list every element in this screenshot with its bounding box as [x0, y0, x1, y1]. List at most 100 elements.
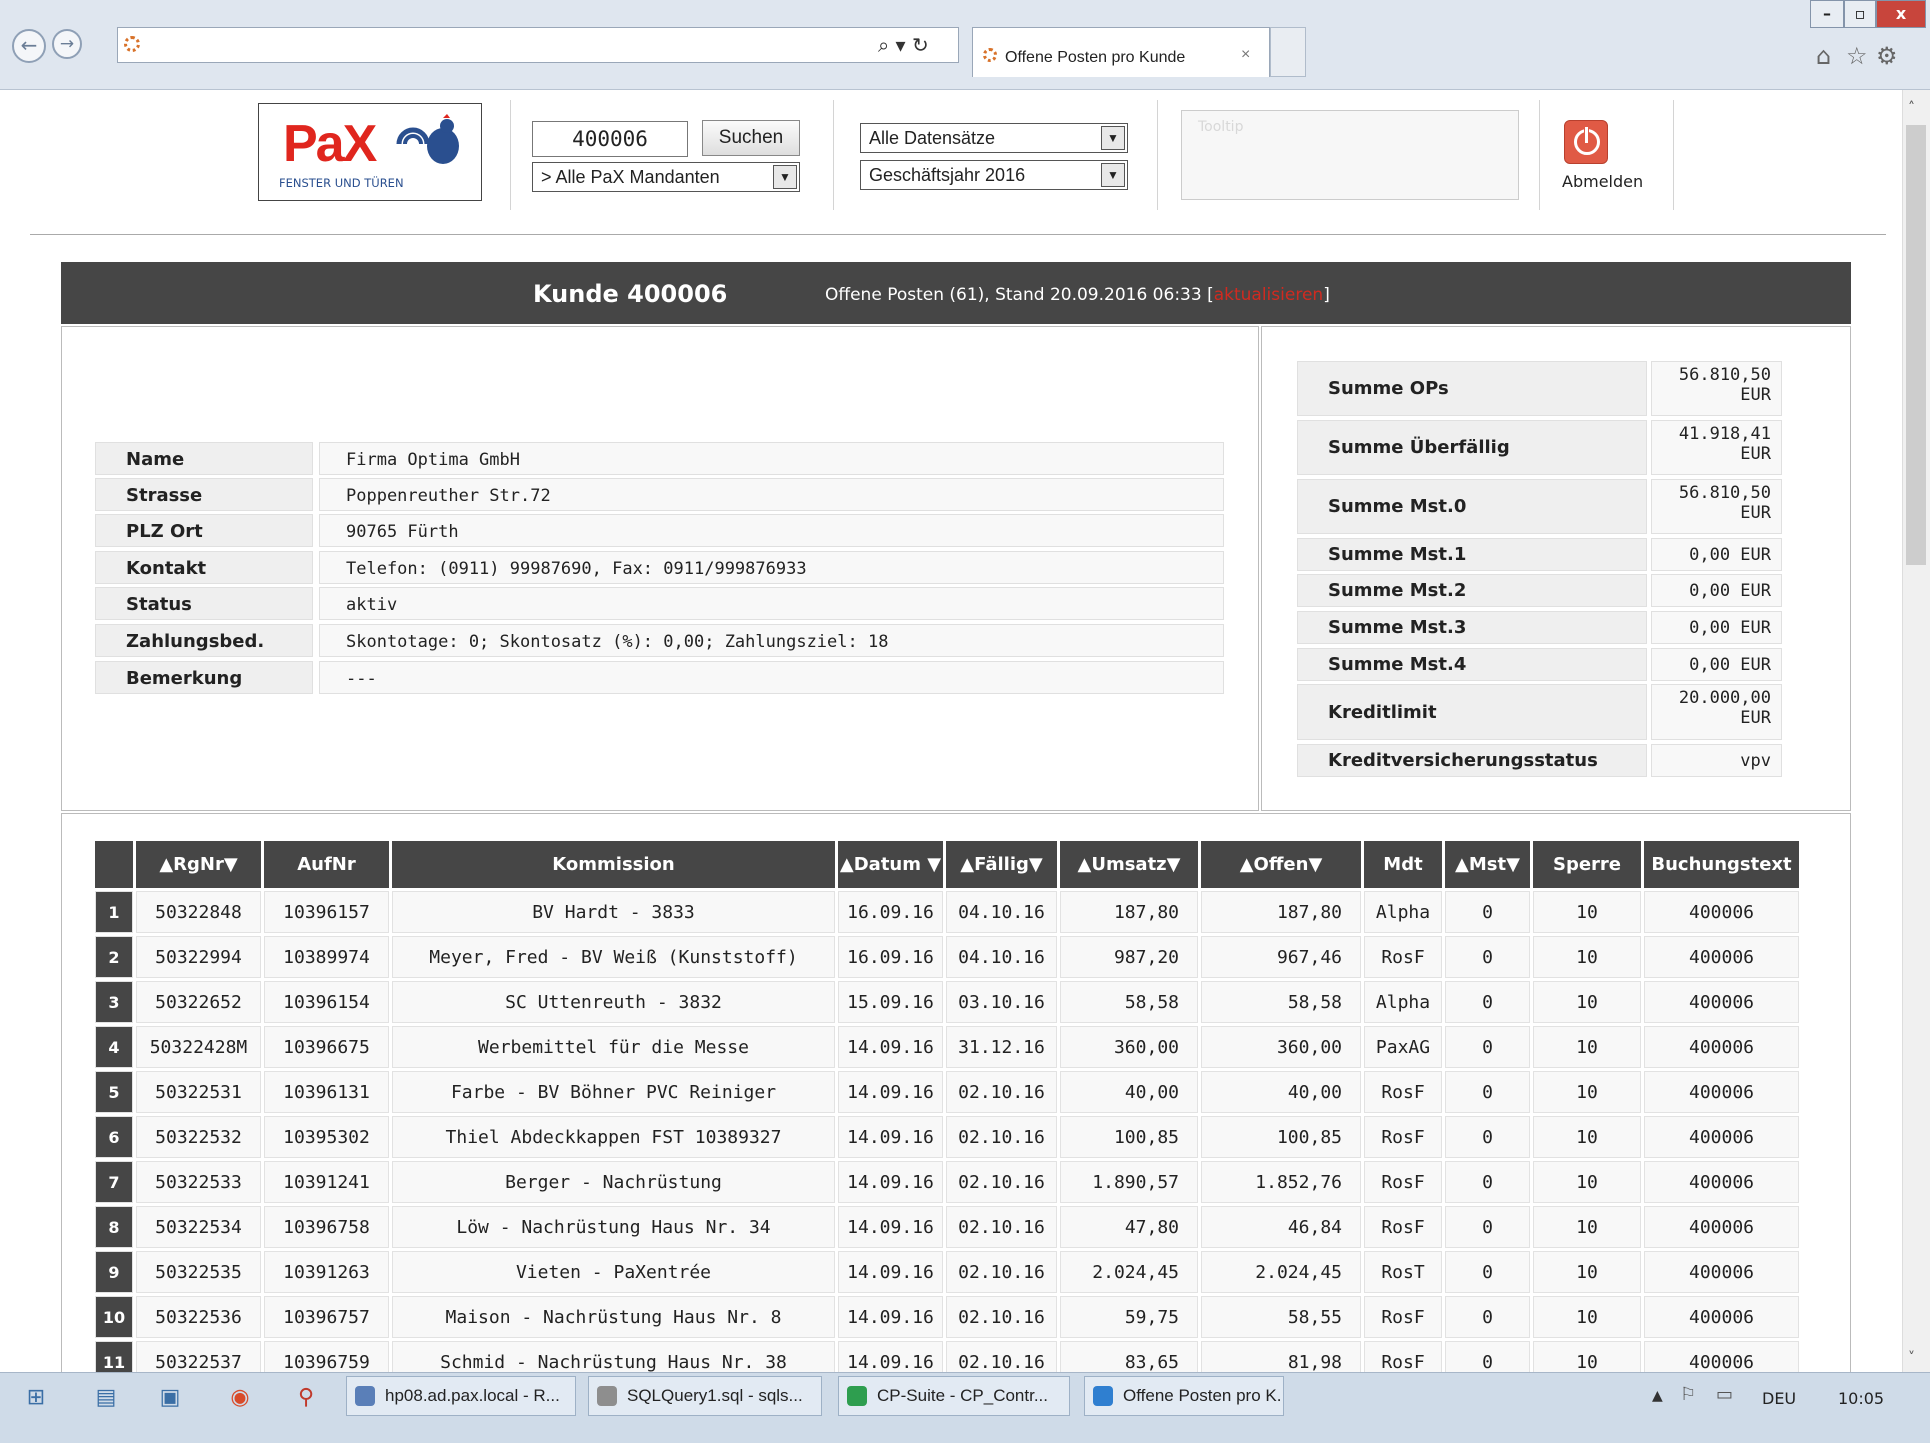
maximize-button[interactable]: ▫ [1844, 0, 1876, 28]
table-cell: 14.09.16 [838, 1296, 943, 1338]
file-explorer-icon[interactable]: ▤ [88, 1380, 124, 1416]
info-value: Skontotage: 0; Skontosatz (%): 0,00; Zah… [319, 624, 1224, 657]
table-row[interactable]: 8 50322534 10396758 Löw - Nachrüstung Haus … [95, 1206, 1799, 1248]
column-header-index [95, 841, 133, 888]
home-icon[interactable]: ⌂ [1816, 42, 1831, 70]
search-button[interactable]: Suchen [702, 120, 800, 156]
settings-icon[interactable]: ⚙ [1876, 42, 1898, 70]
tab-close-icon[interactable]: × [1241, 46, 1250, 64]
browser-tab[interactable]: Offene Posten pro Kunde × [972, 27, 1270, 77]
records-select[interactable]: Alle Datensätze ▼ [860, 123, 1128, 153]
row-index: 4 [95, 1026, 133, 1068]
forward-button[interactable]: → [52, 29, 82, 59]
taskbar-item[interactable]: CP-Suite - CP_Contr... [838, 1376, 1070, 1416]
table-cell: 0 [1445, 1071, 1530, 1113]
column-header: Mdt [1364, 841, 1442, 888]
table-cell: 10 [1533, 1116, 1641, 1158]
chrome-icon[interactable]: ◉ [222, 1380, 258, 1416]
table-row[interactable]: 7 50322533 10391241 Berger - Nachrüstung 14.… [95, 1161, 1799, 1203]
powershell-icon[interactable]: ▣ [152, 1380, 188, 1416]
table-cell: 0 [1445, 1161, 1530, 1203]
table-cell: 967,46 [1201, 936, 1361, 978]
table-row[interactable]: 3 50322652 10396154 SC Uttenreuth - 3832 15.… [95, 981, 1799, 1023]
divider [833, 100, 834, 210]
info-label: Status [95, 587, 313, 620]
taskbar-item[interactable]: SQLQuery1.sql - sqls... [588, 1376, 822, 1416]
scrollbar-thumb[interactable] [1906, 125, 1926, 565]
tray-up-icon[interactable]: ▲ [1652, 1388, 1663, 1404]
table-cell: 360,00 [1060, 1026, 1198, 1068]
table-row[interactable]: 9 50322535 10391263 Vieten - PaXentrée 14.09… [95, 1251, 1799, 1293]
close-window-button[interactable]: x [1876, 0, 1926, 28]
taskbar-item[interactable]: hp08.ad.pax.local - R... [346, 1376, 576, 1416]
table-cell: 10396675 [264, 1026, 389, 1068]
table-cell: 14.09.16 [838, 1251, 943, 1293]
scroll-down-icon[interactable]: ˅ [1908, 1350, 1915, 1366]
table-cell: 50322532 [136, 1116, 261, 1158]
start-icon[interactable]: ⊞ [18, 1380, 54, 1416]
table-cell: Werbemittel für die Messe [392, 1026, 835, 1068]
table-row[interactable]: 5 50322531 10396131 Farbe - BV Böhner PVC R… [95, 1071, 1799, 1113]
language-indicator[interactable]: DEU [1762, 1389, 1796, 1408]
table-row[interactable]: 1 50322848 10396157 BV Hardt - 3833 16.09.16… [95, 891, 1799, 933]
address-controls[interactable]: ⌕ ▾ ↻ [878, 33, 929, 57]
table-row[interactable]: 10 50322536 10396757 Maison - Nachrüstung H… [95, 1296, 1799, 1338]
column-header[interactable]: ▲Fällig▼ [946, 841, 1057, 888]
mandant-select[interactable]: > Alle PaX Mandanten ▼ [532, 162, 800, 192]
table-cell: RosF [1364, 1071, 1442, 1113]
table-cell: Thiel Abdeckkappen FST 10389327 [392, 1116, 835, 1158]
table-cell: Löw - Nachrüstung Haus Nr. 34 [392, 1206, 835, 1248]
customer-number-input[interactable]: 400006 [532, 121, 688, 157]
table-cell: 400006 [1644, 1206, 1799, 1248]
flag-icon[interactable]: ⚐ [1680, 1384, 1696, 1405]
table-row[interactable]: 6 50322532 10395302 Thiel Abdeckkappen FST … [95, 1116, 1799, 1158]
refresh-link[interactable]: aktualisieren [1214, 285, 1323, 305]
column-header[interactable]: ▲Datum ▼ [838, 841, 943, 888]
table-cell: 0 [1445, 1251, 1530, 1293]
table-row[interactable]: 4 50322428M 10396675 Werbemittel für die Me… [95, 1026, 1799, 1068]
summary-row: Summe Mst.1 0,00 EUR [1297, 538, 1817, 571]
info-value: 90765 Fürth [319, 514, 1224, 547]
column-header[interactable]: ▲Offen▼ [1201, 841, 1361, 888]
table-cell: 400006 [1644, 1251, 1799, 1293]
logout-link[interactable]: Abmelden [1562, 172, 1643, 191]
table-cell: 400006 [1644, 1161, 1799, 1203]
power-icon[interactable] [1564, 120, 1608, 164]
column-header[interactable]: ▲RgNr▼ [136, 841, 261, 888]
table-cell: 10 [1533, 1296, 1641, 1338]
table-cell: 02.10.16 [946, 1116, 1057, 1158]
table-cell: 50322428M [136, 1026, 261, 1068]
column-header[interactable]: ▲Umsatz▼ [1060, 841, 1198, 888]
info-label: PLZ Ort [95, 514, 313, 547]
info-label: Zahlungsbed. [95, 624, 313, 657]
network-icon[interactable]: ▭ [1716, 1384, 1733, 1405]
summary-label: Kreditlimit [1297, 684, 1647, 740]
new-tab-button[interactable] [1270, 27, 1306, 77]
scroll-up-icon[interactable]: ˄ [1908, 100, 1915, 116]
table-cell: 400006 [1644, 1071, 1799, 1113]
summary-row: Summe Mst.3 0,00 EUR [1297, 611, 1817, 644]
taskbar-item[interactable]: Offene Posten pro K... [1084, 1376, 1284, 1416]
table-body: 1 50322848 10396157 BV Hardt - 3833 16.09.16… [95, 891, 1799, 1383]
row-index: 2 [95, 936, 133, 978]
table-cell: 59,75 [1060, 1296, 1198, 1338]
clock[interactable]: 10:05 [1838, 1389, 1884, 1408]
table-cell: 187,80 [1060, 891, 1198, 933]
favorites-icon[interactable]: ☆ [1846, 42, 1868, 70]
info-label: Name [95, 442, 313, 475]
table-cell: 10396757 [264, 1296, 389, 1338]
summary-row: Summe OPs 56.810,50 EUR [1297, 361, 1817, 416]
table-row[interactable]: 2 50322994 10389974 Meyer, Fred - BV Weiß (… [95, 936, 1799, 978]
column-header[interactable]: ▲Mst▼ [1445, 841, 1530, 888]
address-bar[interactable] [117, 27, 959, 63]
back-button[interactable]: ← [12, 29, 46, 63]
chevron-down-icon: ▼ [1101, 126, 1125, 150]
fiscal-year-select[interactable]: Geschäftsjahr 2016 ▼ [860, 160, 1128, 190]
tool-icon[interactable]: ⚲ [288, 1380, 324, 1416]
info-row: Zahlungsbed. Skontotage: 0; Skontosatz (%… [95, 624, 1224, 657]
summary-label: Summe Mst.2 [1297, 574, 1647, 607]
minimize-button[interactable]: – [1810, 0, 1844, 28]
table-cell: 0 [1445, 981, 1530, 1023]
table-cell: 50322652 [136, 981, 261, 1023]
summary-value: 56.810,50 EUR [1651, 361, 1782, 416]
